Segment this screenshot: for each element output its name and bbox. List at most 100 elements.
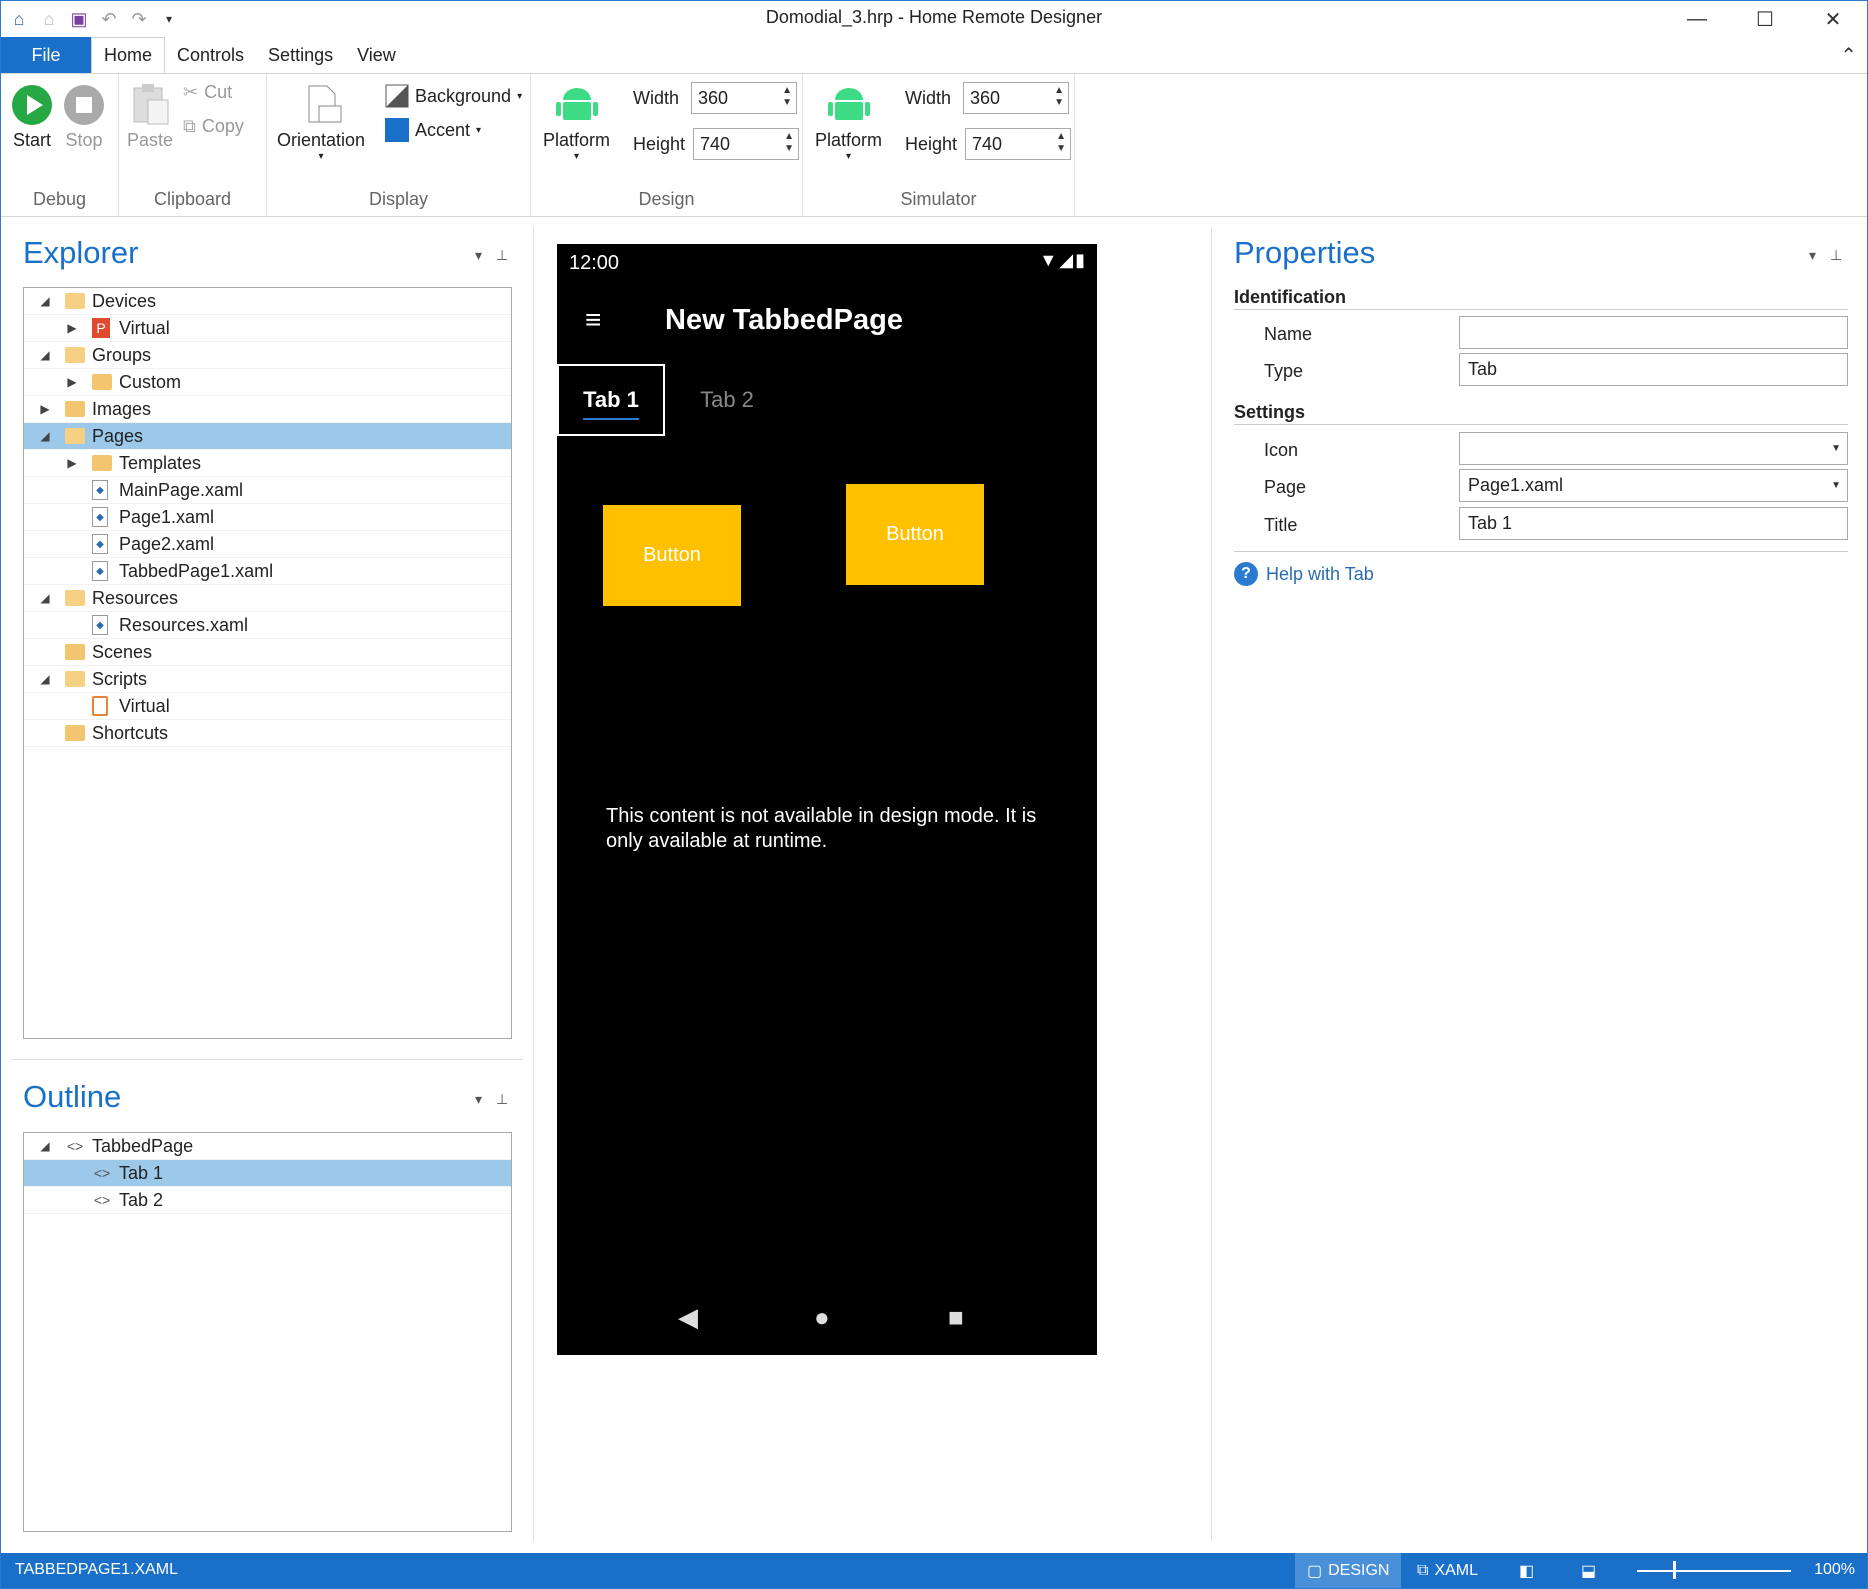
tree-item-page1-xaml[interactable]: ◆ Page1.xaml: [24, 504, 511, 531]
tree-item-resources-xaml[interactable]: ◆ Resources.xaml: [24, 612, 511, 639]
redo-icon[interactable]: ↷: [127, 7, 151, 31]
nav-home-icon[interactable]: ●: [814, 1302, 830, 1333]
expanded-arrow-icon[interactable]: ◢: [38, 429, 52, 443]
title-bar: ⌂ ⌂ ▣ ↶ ↷ ▾ Domodial_3.hrp - Home Remote…: [1, 1, 1867, 37]
expanded-arrow-icon[interactable]: ◢: [38, 294, 52, 308]
start-button[interactable]: Start: [11, 84, 53, 151]
xaml-mode-button[interactable]: ⧉ XAML: [1405, 1553, 1490, 1588]
tree-item-virtual[interactable]: ▶ P Virtual: [24, 315, 511, 342]
explorer-tree: ◢ Devices ▶ P Virtual ◢ Groups ▶ Custom ▶ Images ◢ P…: [23, 287, 512, 1039]
tree-item-label: TabbedPage1.xaml: [119, 560, 274, 581]
type-field[interactable]: Tab: [1459, 353, 1848, 386]
qat-dropdown-icon[interactable]: ▾: [157, 7, 181, 31]
tab-controls[interactable]: Controls: [165, 37, 256, 73]
close-button[interactable]: ✕: [1799, 1, 1867, 37]
tree-item-pages[interactable]: ◢ Pages: [24, 423, 511, 450]
tree-item-scenes[interactable]: Scenes: [24, 639, 511, 666]
pin-icon[interactable]: ⊥: [1830, 247, 1842, 264]
tab-1[interactable]: Tab 1: [557, 364, 665, 436]
minimize-button[interactable]: —: [1663, 1, 1731, 37]
explorer-outline-divider[interactable]: [11, 1059, 523, 1060]
save-icon[interactable]: ▣: [67, 7, 91, 31]
hamburger-menu-icon[interactable]: ≡: [585, 304, 601, 336]
device-preview[interactable]: 12:00 ▼◢▮ ≡ New TabbedPage Tab 1 Tab 2 B…: [557, 244, 1097, 1355]
home-icon[interactable]: ⌂: [37, 7, 61, 31]
undo-icon[interactable]: ↶: [97, 7, 121, 31]
tab-file[interactable]: File: [1, 37, 91, 73]
design-mode-button[interactable]: ▢ DESIGN: [1295, 1553, 1402, 1588]
zoom-slider-thumb[interactable]: [1673, 1561, 1676, 1579]
expanded-arrow-icon[interactable]: ◢: [38, 348, 52, 362]
collapsed-arrow-icon[interactable]: ▶: [65, 321, 79, 335]
orientation-button[interactable]: Orientation ▾: [277, 82, 365, 162]
title-field[interactable]: Tab 1: [1459, 507, 1848, 540]
zoom-slider-track[interactable]: [1637, 1570, 1791, 1572]
page-dropdown[interactable]: Page1.xaml ▼: [1459, 469, 1848, 502]
button-2[interactable]: Button: [846, 484, 984, 585]
tree-item-scripts[interactable]: ◢ Scripts: [24, 666, 511, 693]
tab-home[interactable]: Home: [91, 37, 166, 73]
tab-2[interactable]: Tab 2: [673, 364, 781, 436]
expanded-arrow-icon[interactable]: ◢: [38, 1139, 52, 1153]
copy-button[interactable]: ⧉ Copy: [183, 116, 244, 137]
spin-arrows-icon[interactable]: ▲ ▼: [1056, 131, 1066, 155]
paste-button[interactable]: Paste: [127, 82, 173, 151]
outline-item-tabbedpage[interactable]: ◢ <> TabbedPage: [24, 1133, 511, 1160]
tree-item-devices[interactable]: ◢ Devices: [24, 288, 511, 315]
help-link[interactable]: ? Help with Tab: [1234, 562, 1374, 586]
simulator-width-spinner[interactable]: Width 360 ▲ ▼: [905, 82, 1070, 114]
spin-arrows-icon[interactable]: ▲ ▼: [782, 85, 792, 109]
icon-dropdown[interactable]: ▼: [1459, 432, 1848, 465]
tree-item-label: Devices: [92, 290, 157, 311]
nav-back-icon[interactable]: ◀: [678, 1302, 698, 1333]
maximize-button[interactable]: ☐: [1731, 1, 1799, 37]
expanded-arrow-icon[interactable]: ◢: [38, 672, 52, 686]
button-1[interactable]: Button: [603, 505, 741, 606]
expanded-arrow-icon[interactable]: ◢: [38, 591, 52, 605]
folder-open-icon: [65, 590, 85, 606]
spin-arrows-icon[interactable]: ▲ ▼: [784, 131, 794, 155]
right-panel-divider[interactable]: [1211, 227, 1212, 1541]
tree-item-shortcuts[interactable]: Shortcuts: [24, 720, 511, 747]
tree-item-groups[interactable]: ◢ Groups: [24, 342, 511, 369]
folder-open-icon: [65, 428, 85, 444]
tab-view[interactable]: View: [345, 37, 408, 73]
tab-settings[interactable]: Settings: [256, 37, 345, 73]
collapsed-arrow-icon[interactable]: ▶: [65, 375, 79, 389]
design-height-spinner[interactable]: Height 740 ▲ ▼: [633, 128, 800, 160]
accent-button[interactable]: Accent ▾: [385, 118, 481, 142]
tree-item-label: Virtual: [119, 695, 170, 716]
pane-dropdown-icon[interactable]: ▾: [1809, 247, 1816, 264]
split-vertical-button[interactable]: ◧: [1507, 1553, 1546, 1588]
cut-button[interactable]: ✂ Cut: [183, 82, 232, 103]
split-horizontal-button[interactable]: ⬓: [1569, 1553, 1608, 1588]
tree-item-resources[interactable]: ◢ Resources: [24, 585, 511, 612]
stop-button[interactable]: Stop: [63, 84, 105, 151]
collapse-ribbon-icon[interactable]: ⌃: [1840, 43, 1857, 68]
design-platform-button[interactable]: Platform ▾: [543, 82, 610, 162]
simulator-height-spinner[interactable]: Height 740 ▲ ▼: [905, 128, 1072, 160]
pin-icon[interactable]: ⊥: [496, 247, 508, 264]
outline-item-tab-2[interactable]: <> Tab 2: [24, 1187, 511, 1214]
spin-arrows-icon[interactable]: ▲ ▼: [1054, 85, 1064, 109]
tree-item-custom[interactable]: ▶ Custom: [24, 369, 511, 396]
tree-item-virtual[interactable]: Virtual: [24, 693, 511, 720]
collapsed-arrow-icon[interactable]: ▶: [38, 402, 52, 416]
tree-item-tabbedpage1-xaml[interactable]: ◆ TabbedPage1.xaml: [24, 558, 511, 585]
nav-recents-icon[interactable]: ■: [948, 1302, 964, 1333]
tree-item-images[interactable]: ▶ Images: [24, 396, 511, 423]
collapsed-arrow-icon[interactable]: ▶: [65, 456, 79, 470]
pane-dropdown-icon[interactable]: ▾: [475, 1091, 482, 1108]
tree-item-templates[interactable]: ▶ Templates: [24, 450, 511, 477]
tree-item-mainpage-xaml[interactable]: ◆ MainPage.xaml: [24, 477, 511, 504]
pane-dropdown-icon[interactable]: ▾: [475, 247, 482, 264]
pin-icon[interactable]: ⊥: [496, 1091, 508, 1108]
background-button[interactable]: Background ▾: [385, 84, 522, 108]
outline-item-tab-1[interactable]: <> Tab 1: [24, 1160, 511, 1187]
chevron-down-icon: ▼: [1831, 480, 1841, 491]
tree-item-page2-xaml[interactable]: ◆ Page2.xaml: [24, 531, 511, 558]
name-field[interactable]: [1459, 316, 1848, 349]
design-width-spinner[interactable]: Width 360 ▲ ▼: [633, 82, 798, 114]
simulator-platform-button[interactable]: Platform ▾: [815, 82, 882, 162]
left-panel-divider[interactable]: [533, 227, 534, 1541]
